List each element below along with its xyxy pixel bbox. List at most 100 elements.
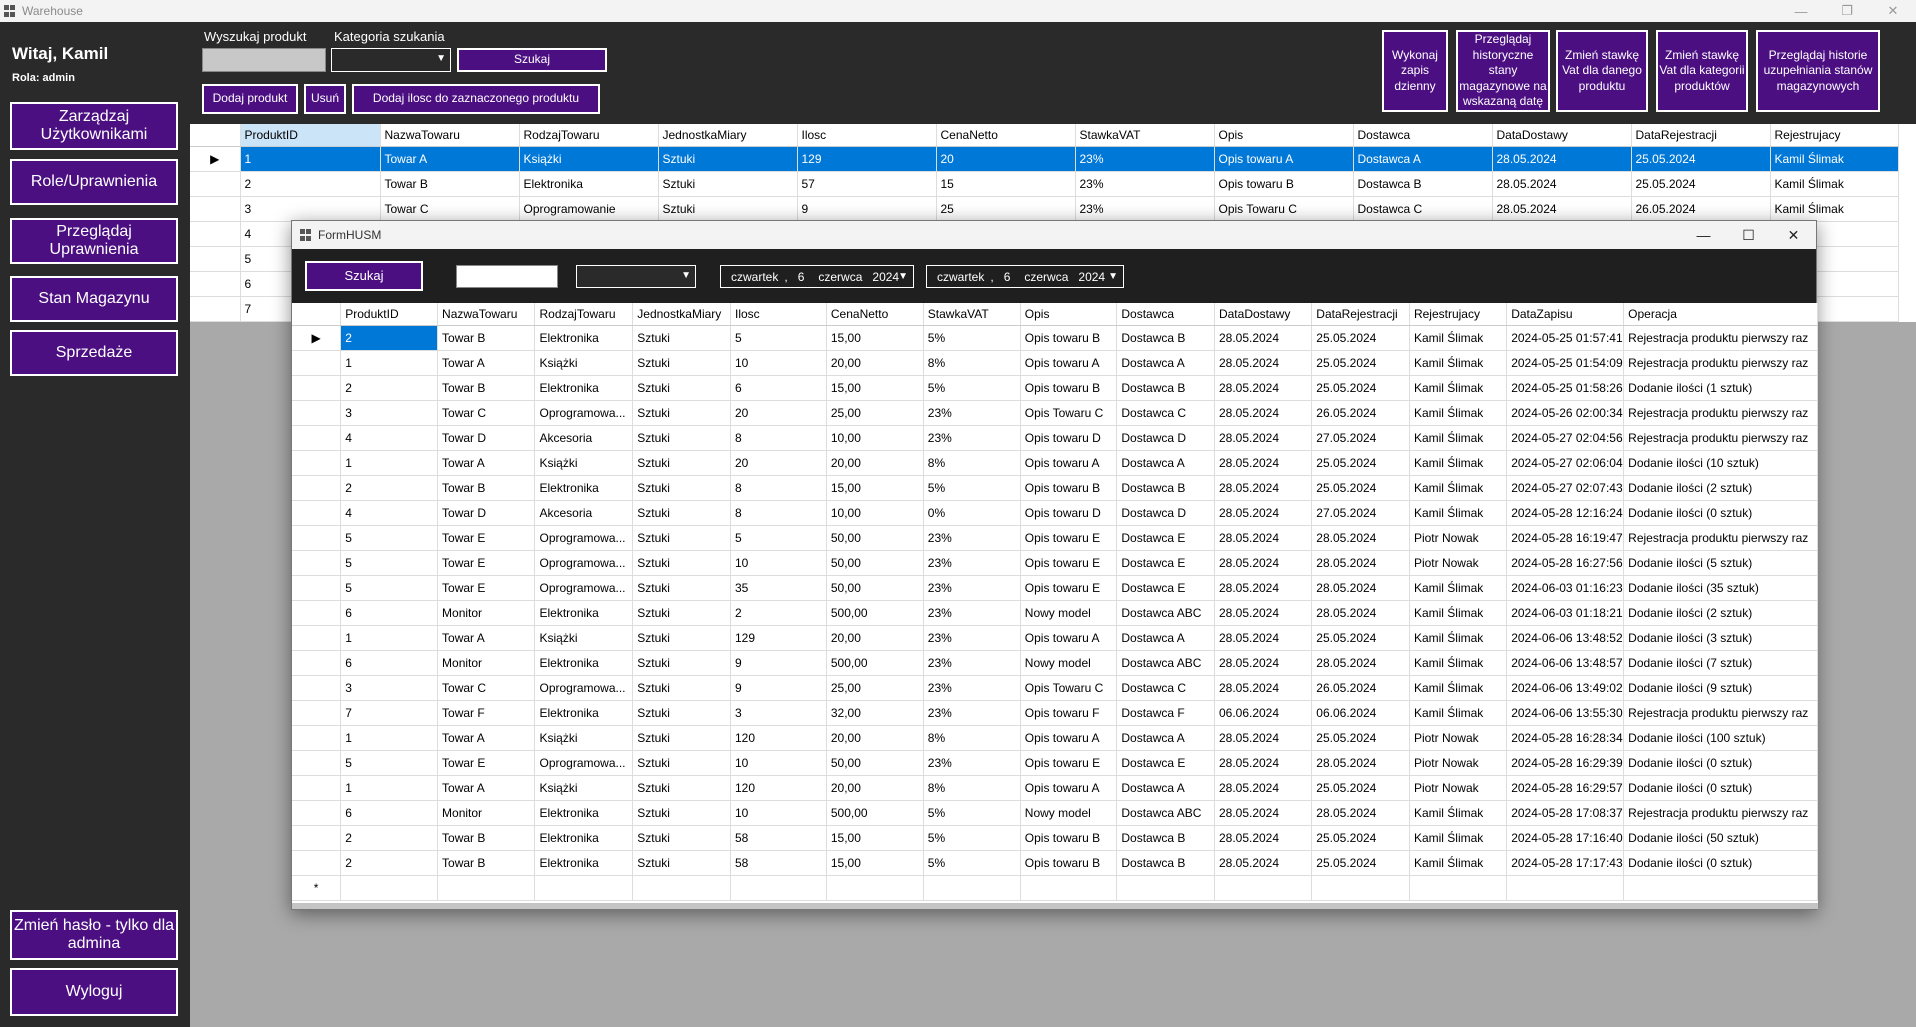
- table-cell[interactable]: Piotr Nowak: [1409, 725, 1508, 751]
- vat-category-button[interactable]: Zmień stawkę Vat dla kategorii produktów: [1656, 30, 1748, 112]
- table-cell[interactable]: Opis towaru B: [1020, 850, 1118, 876]
- table-cell[interactable]: 28.05.2024: [1214, 400, 1313, 426]
- table-cell[interactable]: 27.05.2024: [1311, 500, 1410, 526]
- table-cell[interactable]: Sztuki: [658, 171, 798, 197]
- table-cell[interactable]: 23%: [923, 700, 1021, 726]
- column-header[interactable]: Operacja: [1623, 303, 1818, 326]
- table-cell[interactable]: 28.05.2024: [1311, 575, 1410, 601]
- table-cell[interactable]: Dodanie ilości (5 sztuk): [1623, 550, 1818, 576]
- table-cell[interactable]: Rejestracja produktu pierwszy raz: [1623, 800, 1818, 826]
- table-cell[interactable]: Sztuki: [632, 525, 731, 551]
- table-cell[interactable]: Opis towaru A: [1020, 625, 1118, 651]
- table-cell[interactable]: 28.05.2024: [1311, 550, 1410, 576]
- table-cell[interactable]: Opis towaru B: [1020, 325, 1118, 351]
- table-cell[interactable]: 28.05.2024: [1214, 500, 1313, 526]
- table-cell[interactable]: 20,00: [826, 350, 924, 376]
- table-cell[interactable]: Dodanie ilości (50 sztuk): [1623, 825, 1818, 851]
- table-cell[interactable]: 1: [240, 146, 381, 172]
- table-row[interactable]: 6 Monitor Elektronika Sztuki 9 500,00 23% Nowy …: [292, 650, 1818, 676]
- table-cell[interactable]: Książki: [534, 450, 634, 476]
- table-cell[interactable]: 28.05.2024: [1214, 350, 1313, 376]
- table-cell[interactable]: [632, 875, 731, 901]
- table-cell[interactable]: 8: [730, 425, 827, 451]
- table-cell[interactable]: Opis towaru D: [1020, 500, 1118, 526]
- table-cell[interactable]: 28.05.2024: [1214, 325, 1313, 351]
- table-cell[interactable]: 20,00: [826, 625, 924, 651]
- table-row[interactable]: 5 Towar E Oprogramowa... Sztuki 5 50,00 23% Opi…: [292, 525, 1818, 551]
- table-cell[interactable]: Dostawca C: [1116, 675, 1215, 701]
- view-permissions-button[interactable]: Przeglądaj Uprawnienia: [10, 218, 178, 264]
- table-cell[interactable]: 2024-06-03 01:16:23: [1506, 575, 1625, 601]
- table-cell[interactable]: 2: [340, 825, 439, 851]
- table-cell[interactable]: 2: [340, 375, 439, 401]
- table-cell[interactable]: 28.05.2024: [1311, 800, 1410, 826]
- table-cell[interactable]: 6: [340, 650, 439, 676]
- table-cell[interactable]: Książki: [534, 625, 634, 651]
- logout-button[interactable]: Wyloguj: [10, 968, 178, 1016]
- table-cell[interactable]: Towar B: [437, 850, 536, 876]
- column-header[interactable]: StawkaVAT: [923, 303, 1021, 326]
- table-cell[interactable]: Kamil Ślimak: [1409, 700, 1508, 726]
- table-cell[interactable]: Towar E: [437, 550, 536, 576]
- table-cell[interactable]: 25.05.2024: [1311, 325, 1410, 351]
- table-cell[interactable]: Sztuki: [632, 650, 731, 676]
- table-cell[interactable]: Elektronika: [534, 800, 634, 826]
- stock-button[interactable]: Stan Magazynu: [10, 276, 178, 322]
- table-cell[interactable]: Książki: [519, 146, 659, 172]
- table-cell[interactable]: 2024-05-28 16:19:47: [1506, 525, 1625, 551]
- table-cell[interactable]: Kamil Ślimak: [1409, 475, 1508, 501]
- table-cell[interactable]: 28.05.2024: [1311, 750, 1410, 776]
- table-cell[interactable]: Dostawca A: [1116, 450, 1215, 476]
- table-cell[interactable]: [1020, 875, 1118, 901]
- table-cell[interactable]: Dostawca E: [1116, 575, 1215, 601]
- row-header[interactable]: [292, 825, 342, 851]
- column-header[interactable]: DataDostawy: [1214, 303, 1313, 326]
- table-cell[interactable]: 3: [240, 196, 381, 222]
- table-cell[interactable]: 2024-06-06 13:48:52: [1506, 625, 1625, 651]
- table-cell[interactable]: 23%: [923, 400, 1021, 426]
- change-password-button[interactable]: Zmień hasło - tylko dla admina: [10, 910, 178, 960]
- table-cell[interactable]: Sztuki: [632, 825, 731, 851]
- row-header[interactable]: [292, 675, 342, 701]
- delete-button[interactable]: Usuń: [304, 84, 346, 114]
- row-header[interactable]: [292, 475, 342, 501]
- table-cell[interactable]: 20,00: [826, 450, 924, 476]
- table-cell[interactable]: 23%: [923, 525, 1021, 551]
- table-cell[interactable]: 23%: [923, 625, 1021, 651]
- table-cell[interactable]: 2: [340, 325, 439, 351]
- table-cell[interactable]: 2024-05-28 17:17:43: [1506, 850, 1625, 876]
- table-cell[interactable]: Dostawca B: [1116, 825, 1215, 851]
- table-cell[interactable]: 500,00: [826, 650, 924, 676]
- table-cell[interactable]: 15,00: [826, 325, 924, 351]
- table-cell[interactable]: 2024-05-28 16:29:39: [1506, 750, 1625, 776]
- table-cell[interactable]: Kamil Ślimak: [1409, 450, 1508, 476]
- row-header[interactable]: [190, 296, 241, 322]
- table-cell[interactable]: Oprogramowa...: [534, 400, 634, 426]
- table-cell[interactable]: Opis towaru E: [1020, 550, 1118, 576]
- table-cell[interactable]: 3: [340, 400, 439, 426]
- table-cell[interactable]: Opis towaru A: [1020, 350, 1118, 376]
- table-cell[interactable]: Towar B: [437, 475, 536, 501]
- add-product-button[interactable]: Dodaj produkt: [202, 84, 298, 114]
- table-cell[interactable]: Opis towaru E: [1020, 750, 1118, 776]
- table-cell[interactable]: 10: [730, 750, 827, 776]
- manage-users-button[interactable]: Zarządzaj Użytkownikami: [10, 102, 178, 150]
- table-cell[interactable]: 20: [730, 450, 827, 476]
- modal-minimize-button[interactable]: —: [1681, 221, 1726, 249]
- row-header[interactable]: [190, 196, 241, 222]
- table-cell[interactable]: Sztuki: [632, 350, 731, 376]
- table-cell[interactable]: Towar A: [437, 350, 536, 376]
- table-cell[interactable]: 10,00: [826, 500, 924, 526]
- table-cell[interactable]: Nowy model: [1020, 650, 1118, 676]
- table-cell[interactable]: Kamil Ślimak: [1770, 196, 1899, 222]
- table-row[interactable]: 1 Towar A Książki Sztuki 120 20,00 8% Opis towa…: [292, 725, 1818, 751]
- table-cell[interactable]: 500,00: [826, 800, 924, 826]
- table-cell[interactable]: 28.05.2024: [1214, 375, 1313, 401]
- table-cell[interactable]: 10: [730, 350, 827, 376]
- table-cell[interactable]: 2024-05-28 17:08:37: [1506, 800, 1625, 826]
- table-cell[interactable]: 27.05.2024: [1311, 425, 1410, 451]
- table-cell[interactable]: 28.05.2024: [1214, 575, 1313, 601]
- table-cell[interactable]: Towar B: [437, 375, 536, 401]
- table-cell[interactable]: 28.05.2024: [1214, 725, 1313, 751]
- table-cell[interactable]: 9: [730, 675, 827, 701]
